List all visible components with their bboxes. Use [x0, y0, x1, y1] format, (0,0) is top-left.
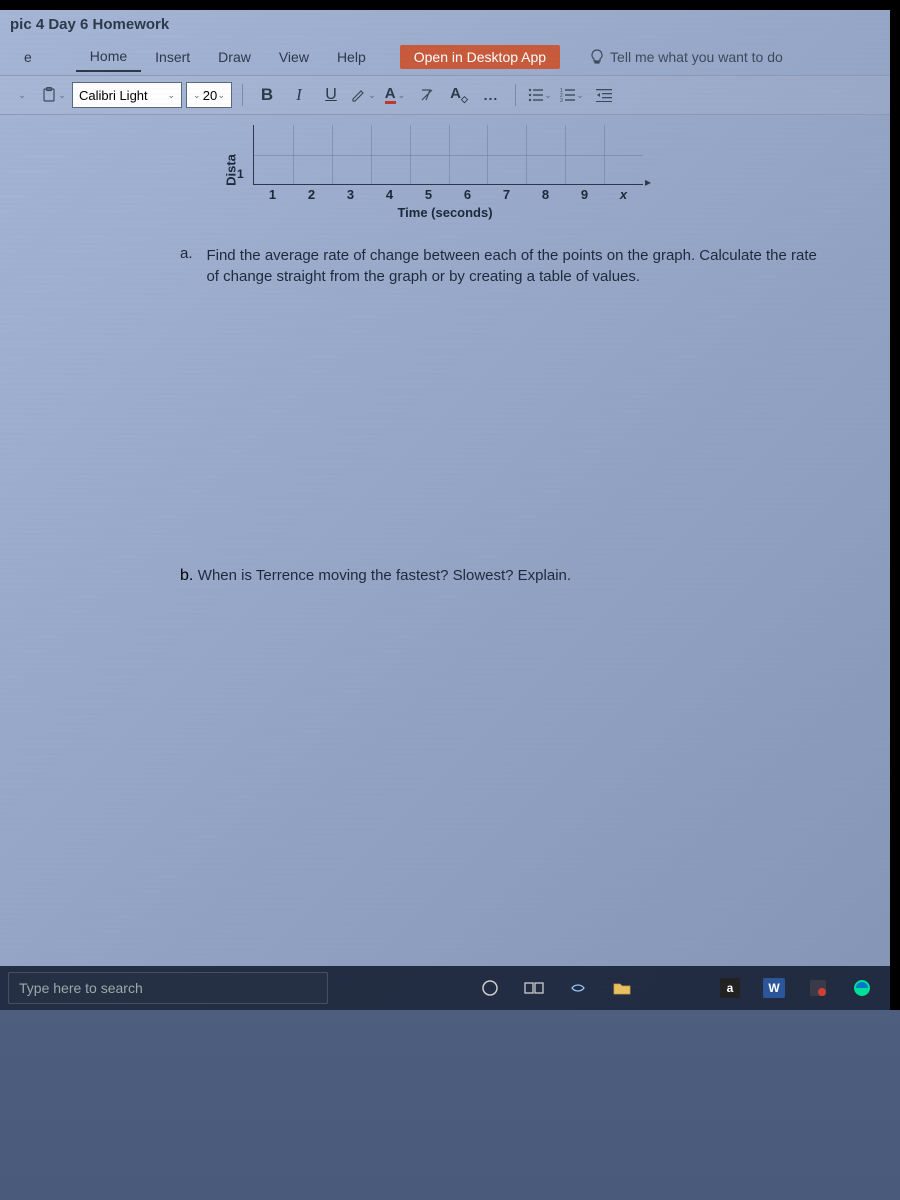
- tab-file-letter[interactable]: e: [10, 43, 46, 71]
- app-icon-1[interactable]: [558, 972, 598, 1004]
- chart-container: Dista 1 ▸: [20, 125, 870, 215]
- file-explorer-icon[interactable]: [602, 972, 642, 1004]
- question-a: a. Find the average rate of change betwe…: [180, 245, 830, 287]
- underline-button[interactable]: U: [317, 81, 345, 109]
- windows-taskbar: Type here to search a W: [0, 966, 890, 1010]
- y-tick-1: 1: [237, 167, 244, 181]
- text-effects-button[interactable]: A◇: [445, 81, 473, 109]
- bullet-list-dropdown[interactable]: ⌄: [526, 81, 554, 109]
- edge-icon[interactable]: [842, 972, 882, 1004]
- cortana-icon[interactable]: [470, 972, 510, 1004]
- app-icon-red[interactable]: [798, 972, 838, 1004]
- font-size-select[interactable]: ⌄ 20 ⌄: [186, 82, 232, 108]
- word-icon[interactable]: W: [754, 972, 794, 1004]
- numbered-list-dropdown[interactable]: 123 ⌄: [558, 81, 586, 109]
- chevron-down-icon: ⌄: [193, 90, 201, 101]
- font-family-value: Calibri Light: [79, 88, 148, 103]
- search-placeholder: Type here to search: [19, 980, 143, 996]
- undo-dropdown-icon[interactable]: ⌄: [8, 81, 36, 109]
- highlight-dropdown[interactable]: ⌄: [349, 81, 377, 109]
- question-b-label: b.: [180, 567, 193, 584]
- question-a-text: Find the average rate of change between …: [206, 245, 826, 287]
- italic-button[interactable]: I: [285, 81, 313, 109]
- font-family-select[interactable]: Calibri Light ⌄: [72, 82, 182, 108]
- ribbon-tabs: e Home Insert Draw View Help Open in Des…: [0, 39, 890, 75]
- question-b: b. When is Terrence moving the fastest? …: [180, 567, 830, 585]
- task-view-icon[interactable]: [514, 972, 554, 1004]
- tell-me-label: Tell me what you want to do: [610, 49, 783, 65]
- question-a-label: a.: [180, 245, 202, 262]
- more-formatting-button[interactable]: ...: [477, 81, 505, 109]
- document-body: Dista 1 ▸: [0, 115, 890, 605]
- font-color-dropdown[interactable]: A ⌄: [381, 81, 409, 109]
- tab-draw[interactable]: Draw: [204, 43, 265, 71]
- chevron-down-icon: ⌄: [217, 90, 225, 101]
- formatting-toolbar: ⌄ ⌄ Calibri Light ⌄ ⌄ 20 ⌄ B I U ⌄: [0, 75, 890, 115]
- window-title: pic 4 Day 6 Homework: [0, 10, 890, 39]
- tab-insert[interactable]: Insert: [141, 43, 204, 71]
- tab-home[interactable]: Home: [76, 42, 141, 72]
- x-axis-ticks: 1 2 3 4 5 6 7 8 9 x: [253, 187, 643, 202]
- decrease-indent-button[interactable]: [590, 81, 618, 109]
- question-b-text: When is Terrence moving the fastest? Slo…: [198, 567, 571, 584]
- svg-text:3: 3: [560, 98, 563, 102]
- taskbar-search-input[interactable]: Type here to search: [8, 972, 328, 1004]
- bold-button[interactable]: B: [253, 81, 281, 109]
- chart-grid: ▸: [253, 125, 643, 185]
- open-in-desktop-button[interactable]: Open in Desktop App: [400, 45, 560, 69]
- lightbulb-icon: [590, 49, 604, 65]
- x-axis-arrow-icon: ▸: [645, 175, 651, 189]
- tab-help[interactable]: Help: [323, 43, 380, 71]
- chevron-down-icon: ⌄: [167, 90, 175, 101]
- tab-view[interactable]: View: [265, 43, 323, 71]
- clear-formatting-button[interactable]: [413, 81, 441, 109]
- x-axis-label: Time (seconds): [235, 205, 655, 220]
- tell-me-search[interactable]: Tell me what you want to do: [590, 49, 783, 65]
- font-size-value: 20: [203, 88, 217, 103]
- clipboard-dropdown-icon[interactable]: ⌄: [40, 81, 68, 109]
- amazon-icon[interactable]: a: [710, 972, 750, 1004]
